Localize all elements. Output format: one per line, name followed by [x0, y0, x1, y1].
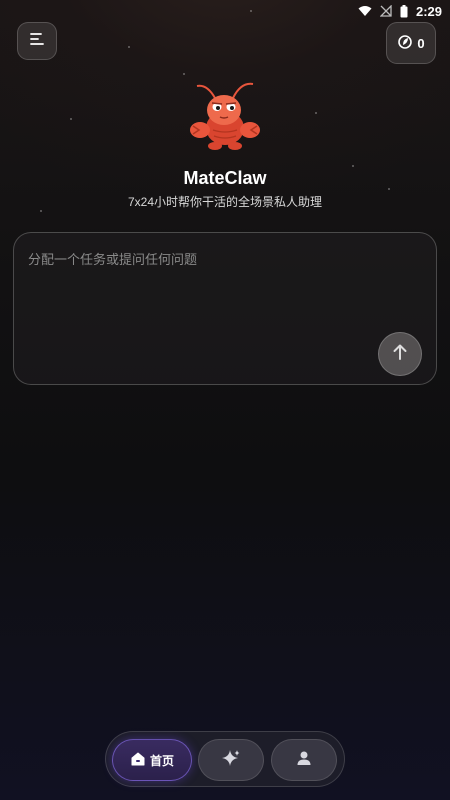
wifi-icon [358, 5, 372, 17]
send-button[interactable] [378, 332, 422, 376]
nav-home-tab[interactable]: 首页 [112, 739, 192, 781]
arrow-up-icon [391, 343, 409, 366]
task-input[interactable] [28, 249, 378, 349]
nav-profile-tab[interactable] [271, 739, 337, 781]
person-icon [295, 749, 313, 772]
status-bar: 2:29 [0, 0, 450, 22]
nav-sparkle-tab[interactable] [198, 739, 264, 781]
task-composer [13, 232, 437, 385]
battery-icon [400, 4, 408, 18]
home-icon [130, 751, 146, 770]
lobster-mascot [185, 80, 265, 156]
status-time: 2:29 [415, 3, 442, 19]
app-subtitle: 7x24小时帮你干活的全场景私人助理 [127, 195, 323, 209]
credits-button[interactable]: 0 [386, 22, 436, 64]
leaf-coin-icon [397, 34, 413, 53]
menu-button[interactable] [17, 22, 57, 60]
bottom-nav: 首页 [105, 731, 345, 787]
menu-icon [28, 31, 46, 52]
sparkle-icon [221, 748, 241, 773]
signal-off-icon [379, 5, 392, 17]
app-title: MateClaw [183, 168, 267, 188]
nav-home-label: 首页 [149, 753, 174, 768]
credits-count: 0 [417, 35, 425, 51]
